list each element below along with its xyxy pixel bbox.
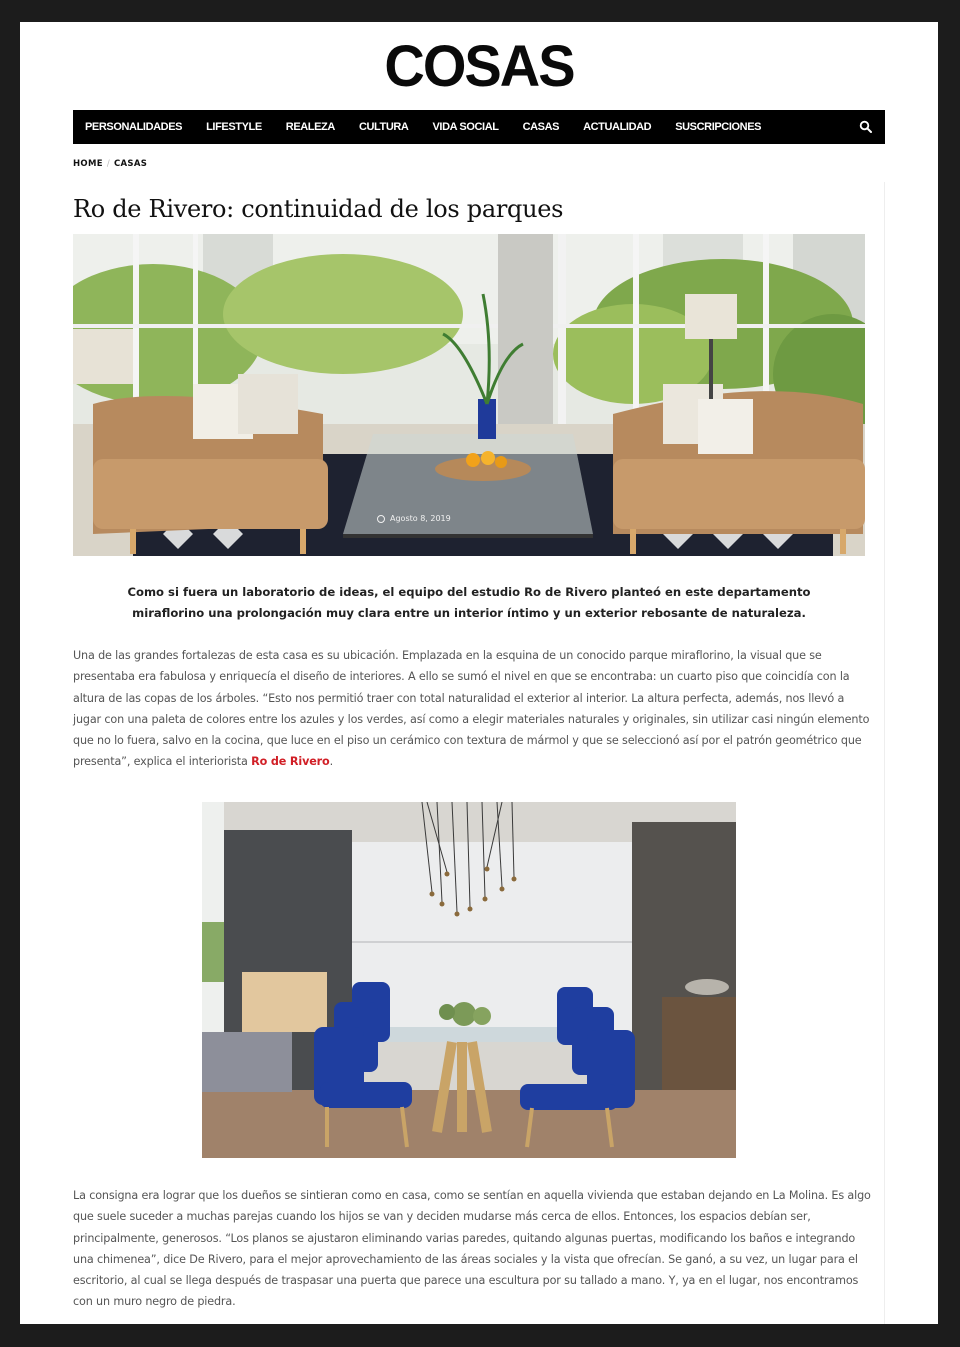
article-lead: Como si fuera un laboratorio de ideas, e… [127,585,811,620]
nav-item-cultura[interactable]: CULTURA [359,121,409,133]
nav-item-vida-social[interactable]: VIDA SOCIAL [432,121,498,133]
ro-de-rivero-link[interactable]: Ro de Rivero [251,755,330,768]
clock-icon [377,514,385,523]
article-paragraph-1: Una de las grandes fortalezas de esta ca… [73,645,873,773]
breadcrumb-casas[interactable]: CASAS [114,159,147,169]
dining-room-image [202,802,736,1158]
breadcrumb: HOME / CASAS [73,159,147,169]
paragraph-1-text: Una de las grandes fortalezas de esta ca… [73,649,870,769]
breadcrumb-separator: / [106,159,110,169]
nav-item-casas[interactable]: CASAS [523,121,560,133]
main-nav: PERSONALIDADES LIFESTYLE REALEZA CULTURA… [73,110,885,144]
page: COSAS PERSONALIDADES LIFESTYLE REALEZA C… [20,22,938,1324]
article-paragraph-2: La consigna era lograr que los dueños se… [73,1189,871,1309]
nav-item-personalidades[interactable]: PERSONALIDADES [85,121,182,133]
sidebar-divider [884,182,885,1324]
nav-item-suscripciones[interactable]: SUSCRIPCIONES [675,121,761,133]
search-icon[interactable] [859,119,873,133]
site-logo[interactable]: COSAS [20,36,938,96]
article-date: Agosto 8, 2019 [377,514,451,523]
paragraph-1-end: . [329,755,334,769]
nav-item-lifestyle[interactable]: LIFESTYLE [206,121,262,133]
nav-item-realeza[interactable]: REALEZA [286,121,336,133]
nav-item-actualidad[interactable]: ACTUALIDAD [583,121,652,133]
breadcrumb-home[interactable]: HOME [73,159,103,169]
hero-image [73,234,865,556]
article-date-text: Agosto 8, 2019 [390,514,451,523]
article-title: Ro de Rivero: continuidad de los parques [73,195,564,223]
